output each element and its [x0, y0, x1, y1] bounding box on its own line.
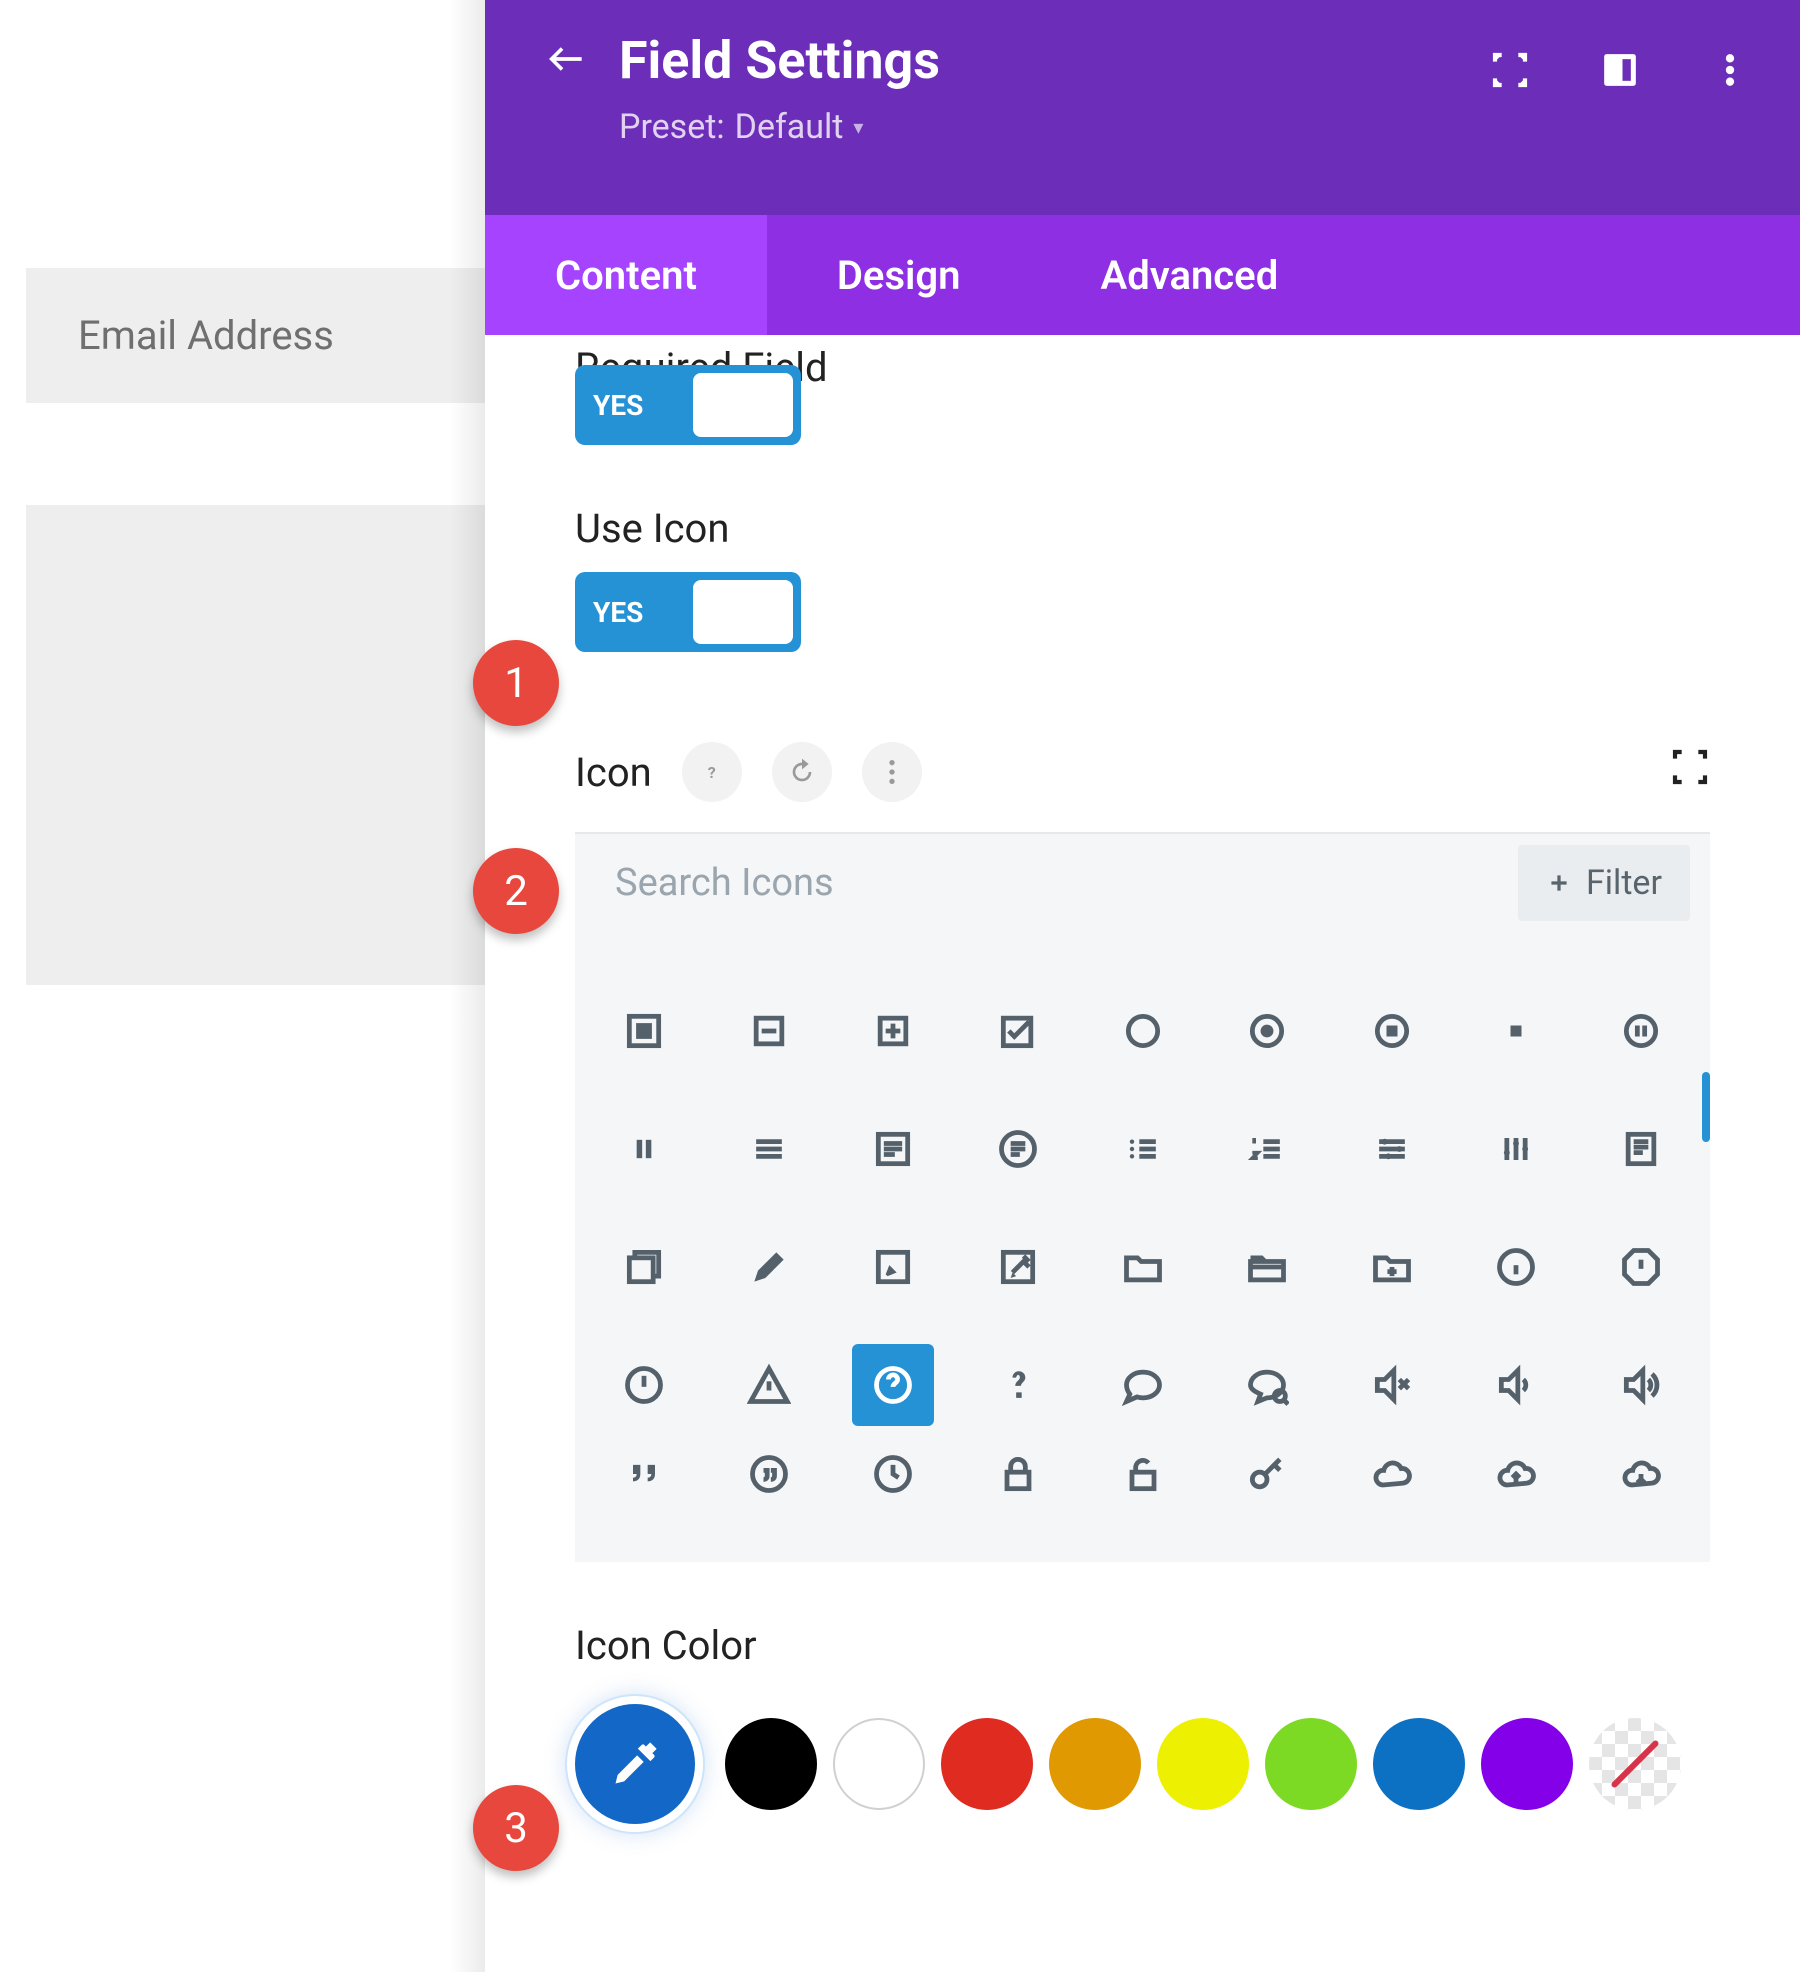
warning-triangle-icon[interactable] [728, 1344, 810, 1426]
focus-icon[interactable] [1490, 50, 1530, 94]
annotation-1: 1 [473, 640, 559, 726]
question-mark-icon[interactable] [977, 1344, 1059, 1426]
icon-search-input[interactable] [615, 861, 1518, 905]
panel-header: Field Settings Preset: Default ▾ [485, 0, 1800, 215]
eyedropper-button[interactable] [575, 1704, 695, 1824]
filter-button-label: Filter [1586, 863, 1662, 903]
settings-tabs: Content Design Advanced [485, 215, 1800, 335]
folder-open-icon[interactable] [1226, 1226, 1308, 1308]
annotation-3: 3 [473, 1785, 559, 1871]
tab-content[interactable]: Content [485, 215, 767, 335]
question-circle-icon[interactable] [852, 1344, 934, 1426]
clock-icon[interactable] [852, 1444, 934, 1504]
small-square-icon[interactable] [1475, 990, 1557, 1072]
tab-advanced[interactable]: Advanced [1031, 215, 1349, 335]
info-circle-icon[interactable] [1475, 1226, 1557, 1308]
icon-section-label: Icon [575, 749, 652, 796]
toggle-knob [693, 580, 793, 644]
more-icon[interactable] [862, 742, 922, 802]
layout-icon[interactable] [1600, 50, 1640, 94]
cloud-up-icon[interactable] [1475, 1444, 1557, 1504]
preset-prefix: Preset: [619, 107, 725, 147]
color-swatch-green[interactable] [1265, 1718, 1357, 1810]
stack-icon[interactable] [603, 1226, 685, 1308]
back-icon[interactable] [545, 37, 589, 85]
use-icon-label: Use Icon [575, 505, 1710, 552]
circle-icon[interactable] [1102, 990, 1184, 1072]
article-icon[interactable] [1600, 1108, 1682, 1190]
lock-icon[interactable] [977, 1444, 1059, 1504]
alert-circle-icon[interactable] [603, 1344, 685, 1426]
lines-icon[interactable] [728, 1108, 810, 1190]
folder-icon[interactable] [1102, 1226, 1184, 1308]
help-icon[interactable]: ? [682, 742, 742, 802]
required-field-toggle-label: YES [593, 389, 643, 422]
cloud-down-icon[interactable] [1600, 1444, 1682, 1504]
cloud-icon[interactable] [1351, 1444, 1433, 1504]
form-body-placeholder-block [26, 505, 486, 985]
dot-circle-icon[interactable] [1226, 990, 1308, 1072]
annotation-2: 2 [473, 848, 559, 934]
email-address-field[interactable]: Email Address [26, 268, 486, 403]
panel-title: Field Settings [619, 30, 940, 91]
use-icon-toggle-label: YES [593, 596, 643, 629]
color-swatch-black[interactable] [725, 1718, 817, 1810]
bullet-list-icon[interactable] [1102, 1108, 1184, 1190]
email-address-placeholder: Email Address [78, 312, 334, 359]
icon-search-bar: Filter [575, 832, 1710, 932]
minus-square-icon[interactable] [728, 990, 810, 1072]
preset-value: Default [735, 107, 844, 147]
folder-plus-icon[interactable] [1351, 1226, 1433, 1308]
list-box-icon[interactable] [852, 1108, 934, 1190]
key-icon[interactable] [1226, 1444, 1308, 1504]
icon-grid [575, 932, 1710, 1562]
edit-square-icon[interactable] [852, 1226, 934, 1308]
icon-grid-scrollbar[interactable] [1702, 1072, 1710, 1142]
pencil-icon[interactable] [728, 1226, 810, 1308]
equalizer-icon[interactable] [1475, 1108, 1557, 1190]
color-swatch-orange[interactable] [1049, 1718, 1141, 1810]
chat-search-icon[interactable] [1226, 1344, 1308, 1426]
filter-button[interactable]: Filter [1518, 845, 1690, 921]
chat-icon[interactable] [1102, 1344, 1184, 1426]
alert-octagon-icon[interactable] [1600, 1226, 1682, 1308]
tab-design[interactable]: Design [767, 215, 1031, 335]
color-swatch-white[interactable] [833, 1718, 925, 1810]
preset-dropdown[interactable]: Preset: Default ▾ [619, 107, 1740, 147]
quote-circle-icon[interactable] [728, 1444, 810, 1504]
required-field-toggle[interactable]: YES [575, 365, 801, 445]
pause-icon[interactable] [603, 1108, 685, 1190]
edit-note-icon[interactable] [977, 1226, 1059, 1308]
toggle-knob [693, 373, 793, 437]
color-swatch-purple[interactable] [1481, 1718, 1573, 1810]
reset-icon[interactable] [772, 742, 832, 802]
color-swatch-transparent[interactable] [1589, 1718, 1681, 1810]
stop-square-icon[interactable] [603, 990, 685, 1072]
stop-circle-icon[interactable] [1351, 990, 1433, 1072]
volume-high-icon[interactable] [1600, 1344, 1682, 1426]
use-icon-toggle[interactable]: YES [575, 572, 801, 652]
unlock-icon[interactable] [1102, 1444, 1184, 1504]
quote-close-icon[interactable] [603, 1444, 685, 1504]
color-swatch-yellow[interactable] [1157, 1718, 1249, 1810]
color-swatch-blue[interactable] [1373, 1718, 1465, 1810]
expand-icon[interactable] [1670, 747, 1710, 791]
sliders-icon[interactable] [1351, 1108, 1433, 1190]
pause-circle-icon[interactable] [1600, 990, 1682, 1072]
plus-square-icon[interactable] [852, 990, 934, 1072]
volume-low-icon[interactable] [1475, 1344, 1557, 1426]
check-square-icon[interactable] [977, 990, 1059, 1072]
color-swatch-red[interactable] [941, 1718, 1033, 1810]
numbered-list-icon[interactable] [1226, 1108, 1308, 1190]
more-icon[interactable] [1710, 50, 1750, 94]
chevron-down-icon: ▾ [853, 115, 863, 139]
icon-color-label: Icon Color [575, 1622, 1710, 1669]
volume-mute-icon[interactable] [1351, 1344, 1433, 1426]
list-circle-icon[interactable] [977, 1108, 1059, 1190]
